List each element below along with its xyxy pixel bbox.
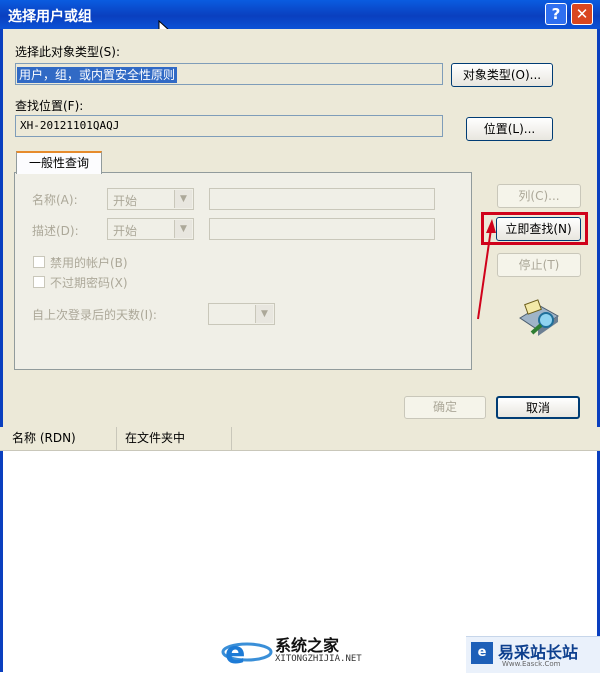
description-input[interactable] xyxy=(209,218,435,240)
days-since-login-select[interactable]: ▼ xyxy=(208,303,275,325)
site-watermark: e 系统之家 XITONGZHIJIA.NET xyxy=(215,630,395,670)
site-name: 系统之家 xyxy=(275,636,340,655)
site-logo-icon: e xyxy=(221,636,273,668)
description-operator-value: 开始 xyxy=(113,224,138,238)
site-url: XITONGZHIJIA.NET xyxy=(275,654,362,664)
help-button[interactable]: ? xyxy=(545,3,567,25)
cancel-button[interactable]: 取消 xyxy=(496,396,580,419)
object-type-label: 选择此对象类型(S): xyxy=(15,45,121,59)
search-animation-icon xyxy=(519,299,559,336)
days-since-login-label: 自上次登录后的天数(I): xyxy=(32,308,157,322)
column-header-folder[interactable]: 在文件夹中 xyxy=(117,427,232,450)
brand-url: Www.Easck.Com xyxy=(502,660,561,668)
non-expiring-password-checkbox[interactable] xyxy=(33,276,45,288)
stop-button[interactable]: 停止(T) xyxy=(497,253,581,277)
results-header: 名称 (RDN) 在文件夹中 xyxy=(0,427,600,451)
column-header-name[interactable]: 名称 (RDN) xyxy=(4,427,117,450)
disabled-accounts-label: 禁用的帐户(B) xyxy=(50,256,128,270)
disabled-accounts-checkbox[interactable] xyxy=(33,256,45,268)
locations-button[interactable]: 位置(L)... xyxy=(466,117,553,141)
name-label: 名称(A): xyxy=(32,193,78,207)
description-label: 描述(D): xyxy=(32,224,79,238)
tab-general-query[interactable]: 一般性查询 xyxy=(16,151,102,174)
name-input[interactable] xyxy=(209,188,435,210)
location-label: 查找位置(F): xyxy=(15,99,84,113)
non-expiring-password-label: 不过期密码(X) xyxy=(50,276,128,290)
location-field: XH-20121101QAQJ xyxy=(15,115,443,137)
chevron-down-icon: ▼ xyxy=(255,305,273,323)
brand-watermark: e 易采站长站 Www.Easck.Com xyxy=(466,636,600,673)
brand-logo-icon: e xyxy=(471,642,493,664)
chevron-down-icon: ▼ xyxy=(174,190,192,208)
window-title: 选择用户或组 xyxy=(8,9,92,25)
chevron-down-icon: ▼ xyxy=(174,220,192,238)
svg-text:e: e xyxy=(225,636,245,668)
object-types-button[interactable]: 对象类型(O)... xyxy=(451,63,553,87)
annotation-arrow-icon xyxy=(477,219,496,320)
name-operator-value: 开始 xyxy=(113,194,138,208)
description-operator-select[interactable]: 开始 ▼ xyxy=(107,218,194,240)
object-type-value: 用户，组，或内置安全性原则 xyxy=(17,67,178,83)
object-type-field: 用户，组，或内置安全性原则 xyxy=(15,63,443,85)
ok-button[interactable]: 确定 xyxy=(404,396,486,419)
columns-button[interactable]: 列(C)... xyxy=(497,184,581,208)
find-now-button[interactable]: 立即查找(N) xyxy=(496,217,581,241)
name-operator-select[interactable]: 开始 ▼ xyxy=(107,188,194,210)
close-button[interactable]: ✕ xyxy=(571,3,593,25)
